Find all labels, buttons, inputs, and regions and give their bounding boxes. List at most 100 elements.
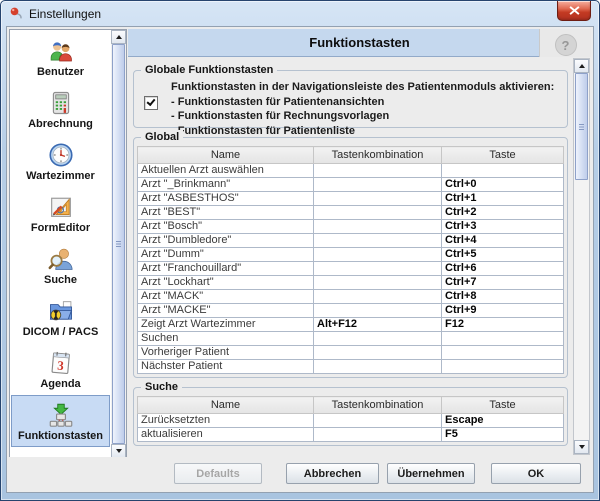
cell-taste[interactable]: Ctrl+4 bbox=[442, 234, 564, 248]
table-row: Arzt "Bosch" Ctrl+3 bbox=[138, 220, 564, 234]
cell-tastenkombination[interactable] bbox=[314, 262, 442, 276]
cell-name[interactable]: Arzt "_Brinkmann" bbox=[138, 178, 314, 192]
option-line: - Funktionstasten für Patientenansichten bbox=[171, 95, 554, 110]
sidebar-item-wartezimmer[interactable]: Wartezimmer bbox=[11, 135, 110, 187]
cell-tastenkombination[interactable] bbox=[314, 220, 442, 234]
sidebar-item-label: Benutzer bbox=[37, 66, 84, 78]
cell-tastenkombination[interactable] bbox=[314, 178, 442, 192]
cell-taste[interactable]: Ctrl+6 bbox=[442, 262, 564, 276]
scroll-up-button[interactable] bbox=[111, 30, 126, 44]
cell-taste[interactable]: F12 bbox=[442, 318, 564, 332]
sidebar-item-label: Wartezimmer bbox=[26, 170, 95, 182]
cell-taste[interactable]: Ctrl+0 bbox=[442, 178, 564, 192]
cell-taste[interactable] bbox=[442, 164, 564, 178]
cell-name[interactable]: Arzt "BEST" bbox=[138, 206, 314, 220]
cell-name[interactable]: Arzt "Dumm" bbox=[138, 248, 314, 262]
close-icon bbox=[569, 2, 580, 20]
options-list: - Funktionstasten für Patientenansichten… bbox=[171, 95, 554, 139]
cell-name[interactable]: Aktuellen Arzt auswählen bbox=[138, 164, 314, 178]
cell-tastenkombination[interactable] bbox=[314, 164, 442, 178]
sidebar-scrollbar-thumb[interactable] bbox=[112, 44, 125, 444]
group-global: Global Name Tastenkombination Taste bbox=[133, 137, 568, 378]
abbrechen-button[interactable]: Abbrechen bbox=[286, 463, 379, 484]
sidebar-item-label: Funktionstasten bbox=[18, 430, 103, 442]
content-scrollbar[interactable] bbox=[573, 58, 590, 455]
cell-name[interactable]: Arzt "MACK" bbox=[138, 290, 314, 304]
window-title: Einstellungen bbox=[29, 7, 101, 21]
svg-text:3: 3 bbox=[56, 358, 64, 373]
cell-name[interactable]: Arzt "Bosch" bbox=[138, 220, 314, 234]
cell-name[interactable]: Zurücksetzten bbox=[138, 414, 314, 428]
cell-tastenkombination[interactable] bbox=[314, 346, 442, 360]
table-row: Arzt "ASBESTHOS" Ctrl+1 bbox=[138, 192, 564, 206]
cell-tastenkombination[interactable] bbox=[314, 206, 442, 220]
table-row: Arzt "Dumm" Ctrl+5 bbox=[138, 248, 564, 262]
cell-taste[interactable]: F5 bbox=[442, 428, 564, 442]
form-editor-icon bbox=[47, 193, 75, 221]
sidebar-item-funktionstasten[interactable]: Funktionstasten bbox=[11, 395, 110, 447]
sidebar-item-agenda[interactable]: 3 Agenda bbox=[11, 343, 110, 395]
cell-taste[interactable]: Ctrl+1 bbox=[442, 192, 564, 206]
cell-taste[interactable] bbox=[442, 360, 564, 374]
uebernehmen-button[interactable]: Übernehmen bbox=[387, 463, 475, 484]
sidebar-item-dicom-pacs[interactable]: DICOM / PACS bbox=[11, 291, 110, 343]
cell-name[interactable]: aktualisieren bbox=[138, 428, 314, 442]
cell-taste[interactable]: Ctrl+9 bbox=[442, 304, 564, 318]
cell-tastenkombination[interactable] bbox=[314, 290, 442, 304]
cell-name[interactable]: Arzt "Lockhart" bbox=[138, 276, 314, 290]
cell-name[interactable]: Arzt "MACKE" bbox=[138, 304, 314, 318]
titlebar: Einstellungen bbox=[1, 1, 599, 26]
table-row: Arzt "Franchouillard" Ctrl+6 bbox=[138, 262, 564, 276]
cell-name[interactable]: Vorheriger Patient bbox=[138, 346, 314, 360]
arrow-down-icon bbox=[579, 445, 585, 449]
cell-taste[interactable]: Ctrl+7 bbox=[442, 276, 564, 290]
cell-taste[interactable]: Ctrl+5 bbox=[442, 248, 564, 262]
cell-name[interactable]: Nächster Patient bbox=[138, 360, 314, 374]
footer-button-bar: DefaultsAbbrechenÜbernehmenOK bbox=[9, 457, 591, 490]
scroll-down-button[interactable] bbox=[574, 440, 589, 454]
table-row: Suchen bbox=[138, 332, 564, 346]
arrow-up-icon bbox=[116, 35, 122, 39]
cell-tastenkombination[interactable] bbox=[314, 234, 442, 248]
cell-tastenkombination[interactable] bbox=[314, 276, 442, 290]
cell-taste[interactable]: Ctrl+3 bbox=[442, 220, 564, 234]
cell-name[interactable]: Zeigt Arzt Wartezimmer bbox=[138, 318, 314, 332]
cell-name[interactable]: Arzt "ASBESTHOS" bbox=[138, 192, 314, 206]
cell-tastenkombination[interactable] bbox=[314, 428, 442, 442]
cell-taste[interactable]: Escape bbox=[442, 414, 564, 428]
group-title: Globale Funktionstasten bbox=[141, 63, 277, 77]
cell-tastenkombination[interactable] bbox=[314, 332, 442, 346]
activate-checkbox[interactable] bbox=[144, 96, 158, 110]
sidebar-item-benutzer[interactable]: Benutzer bbox=[11, 31, 110, 83]
users-icon bbox=[47, 37, 75, 65]
table-row: aktualisieren F5 bbox=[138, 428, 564, 442]
main-panel: Funktionstasten ? Globale Funktionstaste… bbox=[128, 29, 591, 456]
sidebar-item-abrechnung[interactable]: Abrechnung bbox=[11, 83, 110, 135]
content-scrollbar-thumb[interactable] bbox=[575, 73, 588, 180]
close-button[interactable] bbox=[557, 1, 591, 21]
cell-taste[interactable] bbox=[442, 346, 564, 360]
cell-name[interactable]: Arzt "Franchouillard" bbox=[138, 262, 314, 276]
cell-taste[interactable]: Ctrl+8 bbox=[442, 290, 564, 304]
sidebar-scrollbar[interactable] bbox=[111, 30, 126, 458]
scroll-down-button[interactable] bbox=[111, 444, 126, 458]
column-header-taste: Taste bbox=[442, 397, 564, 414]
cell-tastenkombination[interactable]: Alt+F12 bbox=[314, 318, 442, 332]
search-person-icon bbox=[47, 245, 75, 273]
option-line: - Funktionstasten für Rechnungsvorlagen bbox=[171, 109, 554, 124]
ok-button[interactable]: OK bbox=[491, 463, 581, 484]
scroll-up-button[interactable] bbox=[574, 59, 589, 73]
cell-taste[interactable]: Ctrl+2 bbox=[442, 206, 564, 220]
cell-tastenkombination[interactable] bbox=[314, 192, 442, 206]
sidebar-item-suche[interactable]: Suche bbox=[11, 239, 110, 291]
cell-tastenkombination[interactable] bbox=[314, 414, 442, 428]
cell-tastenkombination[interactable] bbox=[314, 248, 442, 262]
cell-taste[interactable] bbox=[442, 332, 564, 346]
cell-name[interactable]: Arzt "Dumbledore" bbox=[138, 234, 314, 248]
options-intro: Funktionstasten in der Navigationsleiste… bbox=[171, 80, 554, 95]
question-icon: ? bbox=[555, 34, 577, 56]
cell-tastenkombination[interactable] bbox=[314, 360, 442, 374]
cell-tastenkombination[interactable] bbox=[314, 304, 442, 318]
sidebar-item-formeditor[interactable]: FormEditor bbox=[11, 187, 110, 239]
cell-name[interactable]: Suchen bbox=[138, 332, 314, 346]
